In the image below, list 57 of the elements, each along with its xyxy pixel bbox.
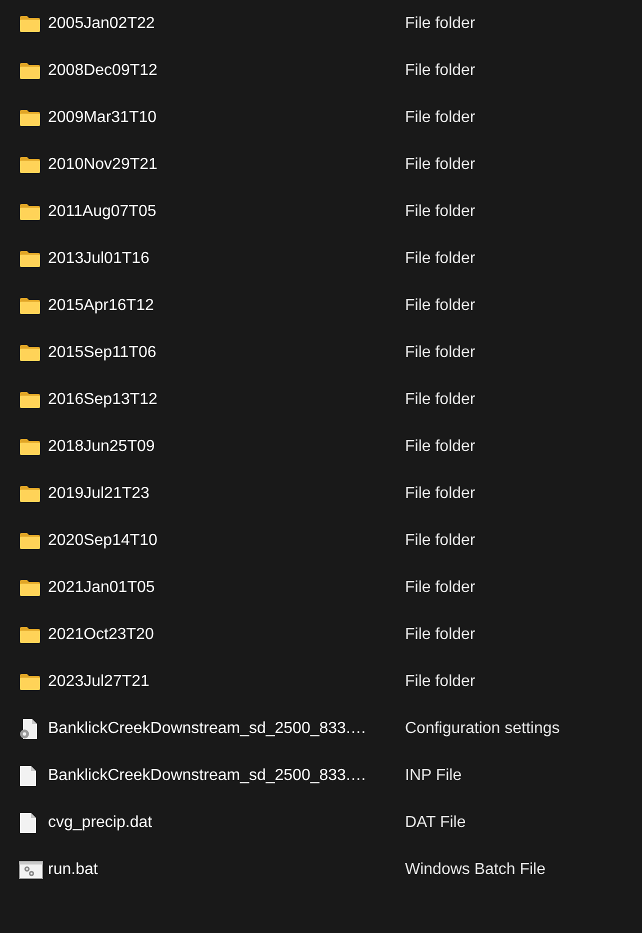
file-type: File folder xyxy=(405,530,476,550)
file-name[interactable]: 2018Jun25T09 xyxy=(48,438,155,454)
file-type: File folder xyxy=(405,484,476,504)
file-name[interactable]: 2020Sep14T10 xyxy=(48,532,158,548)
file-type: File folder xyxy=(405,342,476,362)
file-name[interactable]: 2005Jan02T22 xyxy=(48,14,155,32)
folder-icon xyxy=(19,156,41,174)
gear-document-icon xyxy=(19,718,39,740)
folder-icon xyxy=(19,532,41,550)
file-type: File folder xyxy=(405,390,476,410)
file-name[interactable]: 2013Jul01T16 xyxy=(48,250,150,266)
file-name[interactable]: BanklickCreekDownstream_sd_2500_833.… xyxy=(48,766,366,784)
file-name[interactable]: 2019Jul21T23 xyxy=(48,484,150,502)
document-icon xyxy=(19,764,37,786)
file-type: Configuration settings xyxy=(405,718,560,738)
folder-icon xyxy=(19,14,41,32)
file-name[interactable]: 2016Sep13T12 xyxy=(48,390,158,408)
file-type: File folder xyxy=(405,154,476,174)
folder-icon xyxy=(19,438,41,456)
file-name[interactable]: 2010Nov29T21 xyxy=(48,156,158,172)
file-type: File folder xyxy=(405,108,476,128)
file-type: File folder xyxy=(405,60,476,80)
folder-icon xyxy=(19,202,41,220)
file-name[interactable]: 2009Mar31T10 xyxy=(48,108,157,126)
file-type: File folder xyxy=(405,436,476,456)
file-name[interactable]: 2021Jan01T05 xyxy=(48,578,155,596)
folder-icon xyxy=(19,344,41,362)
file-type: Windows Batch File xyxy=(405,860,546,880)
file-type: File folder xyxy=(405,14,476,34)
folder-icon xyxy=(19,390,41,408)
file-name[interactable]: 2021Oct23T20 xyxy=(48,626,154,642)
file-name[interactable]: 2015Apr16T12 xyxy=(48,296,154,314)
file-type: INP File xyxy=(405,766,462,786)
folder-icon xyxy=(19,626,41,644)
file-name[interactable]: 2023Jul27T21 xyxy=(48,672,150,690)
file-name[interactable]: 2011Aug07T05 xyxy=(48,202,156,220)
file-type: DAT File xyxy=(405,812,466,832)
folder-icon xyxy=(19,578,41,596)
file-name[interactable]: 2015Sep11T06 xyxy=(48,344,156,360)
file-name[interactable]: BanklickCreekDownstream_sd_2500_833.… xyxy=(48,720,366,736)
folder-icon xyxy=(19,108,41,126)
file-type: File folder xyxy=(405,578,476,598)
file-type: File folder xyxy=(405,296,476,316)
folder-icon xyxy=(19,62,41,80)
document-icon xyxy=(19,812,37,834)
folder-icon xyxy=(19,296,41,314)
file-type: File folder xyxy=(405,248,476,268)
folder-icon xyxy=(19,672,41,690)
file-name[interactable]: 2008Dec09T12 xyxy=(48,62,158,78)
file-type: File folder xyxy=(405,202,476,222)
gears-window-icon xyxy=(19,860,43,878)
folder-icon xyxy=(19,250,41,268)
folder-icon xyxy=(19,484,41,502)
file-name[interactable]: run.bat xyxy=(48,860,98,878)
file-name[interactable]: cvg_precip.dat xyxy=(48,814,152,830)
file-type: File folder xyxy=(405,624,476,644)
file-type: File folder xyxy=(405,672,476,692)
